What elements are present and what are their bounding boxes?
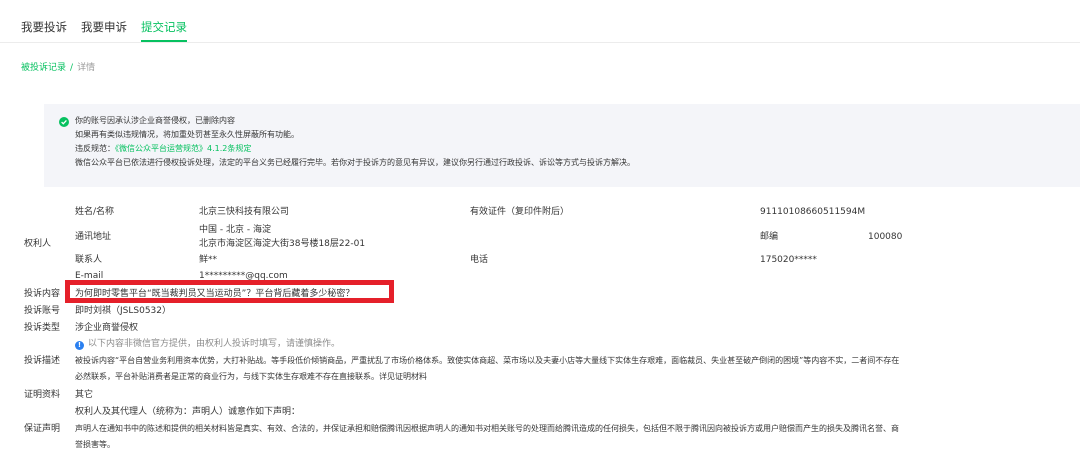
certificate-label: 有效证件（复印件附后） — [470, 207, 570, 217]
breadcrumb: 被投诉记录 / 详情 — [21, 62, 95, 74]
result-notice: 你的账号因承认涉企业商誉侵权，已删除内容 如果再有类似违规情况，将加重处罚甚至永… — [44, 104, 1080, 187]
phone-label: 电话 — [470, 255, 489, 265]
certificate-value: 91110108660511594M — [760, 207, 866, 217]
notice-line-3: 违反规范：《微信公众平台运营规范》4.1.2条规定 — [75, 142, 635, 156]
guarantee-label: 保证声明 — [24, 424, 61, 434]
description-label: 投诉描述 — [24, 356, 61, 366]
breadcrumb-current: 详情 — [77, 63, 96, 73]
guarantee-line-1: 权利人及其代理人（统称为：声明人）诚意作如下声明： — [75, 407, 301, 417]
violation-rule-link[interactable]: 《微信公众平台运营规范》4.1.2条规定 — [115, 144, 251, 153]
type-label: 投诉类型 — [24, 323, 61, 333]
address-line-2: 北京市海淀区海淀大街38号楼18层22-01 — [199, 239, 366, 249]
name-value: 北京三快科技有限公司 — [199, 207, 290, 217]
postcode-value: 100080 — [868, 232, 903, 242]
description-line-1: 被投诉内容“平台自营业务利用资本优势，大打补贴战。等手段低价倾销商品，严重扰乱了… — [75, 356, 900, 365]
contact-value: 鲜** — [199, 255, 218, 265]
notice-line-2: 如果再有类似违规情况，将加重处罚甚至永久性屏蔽所有功能。 — [75, 130, 299, 139]
evidence-value[interactable]: 其它 — [75, 389, 93, 401]
contact-label: 联系人 — [75, 255, 103, 265]
postcode-label: 邮编 — [760, 232, 779, 242]
description-line-2: 必然联系，平台补贴消费者是正常的商业行为，与线下实体生存艰难不存在直接联系。详见… — [75, 372, 427, 381]
tab-submission-records[interactable]: 提交记录 — [141, 18, 187, 42]
disclaimer-hint: ! 以下内容非微信官方提供，由权利人投诉时填写，请谨慎操作。 — [75, 338, 340, 350]
notice-line-4: 微信公众平台已依法进行侵权投诉处理，法定的平台义务已经履行完毕。若你对于投诉方的… — [75, 158, 635, 167]
highlight-box — [65, 280, 394, 303]
name-label: 姓名/名称 — [75, 207, 115, 217]
violation-label: 违反规范： — [75, 144, 115, 153]
address-label: 通讯地址 — [75, 232, 112, 242]
notice-line-1: 你的账号因承认涉企业商誉侵权，已删除内容 — [75, 116, 235, 125]
type-value: 涉企业商誉侵权 — [75, 323, 139, 333]
evidence-label: 证明资料 — [24, 390, 61, 400]
tab-complain[interactable]: 我要投诉 — [21, 18, 67, 42]
content-label: 投诉内容 — [24, 289, 61, 299]
info-icon: ! — [75, 341, 84, 350]
check-circle-icon — [59, 117, 69, 127]
guarantee-line-3: 誉损害等。 — [75, 440, 115, 449]
tabs-divider — [0, 42, 1080, 43]
account-value: 即时刘祺（JSLS0532） — [75, 306, 171, 316]
tab-appeal[interactable]: 我要申诉 — [81, 18, 127, 42]
phone-value: 175020***** — [760, 255, 817, 265]
hint-text: 以下内容非微信官方提供，由权利人投诉时填写，请谨慎操作。 — [88, 339, 341, 349]
address-line-1: 中国 - 北京 - 海淀 — [199, 225, 271, 235]
breadcrumb-complained-records[interactable]: 被投诉记录 — [21, 63, 66, 73]
account-label: 投诉账号 — [24, 306, 61, 316]
guarantee-line-2: 声明人在通知书中的陈述和提供的相关材料皆是真实、有效、合法的，并保证承担和赔偿腾… — [75, 424, 899, 433]
breadcrumb-separator: / — [70, 63, 74, 73]
rights-holder-label: 权利人 — [24, 239, 52, 249]
